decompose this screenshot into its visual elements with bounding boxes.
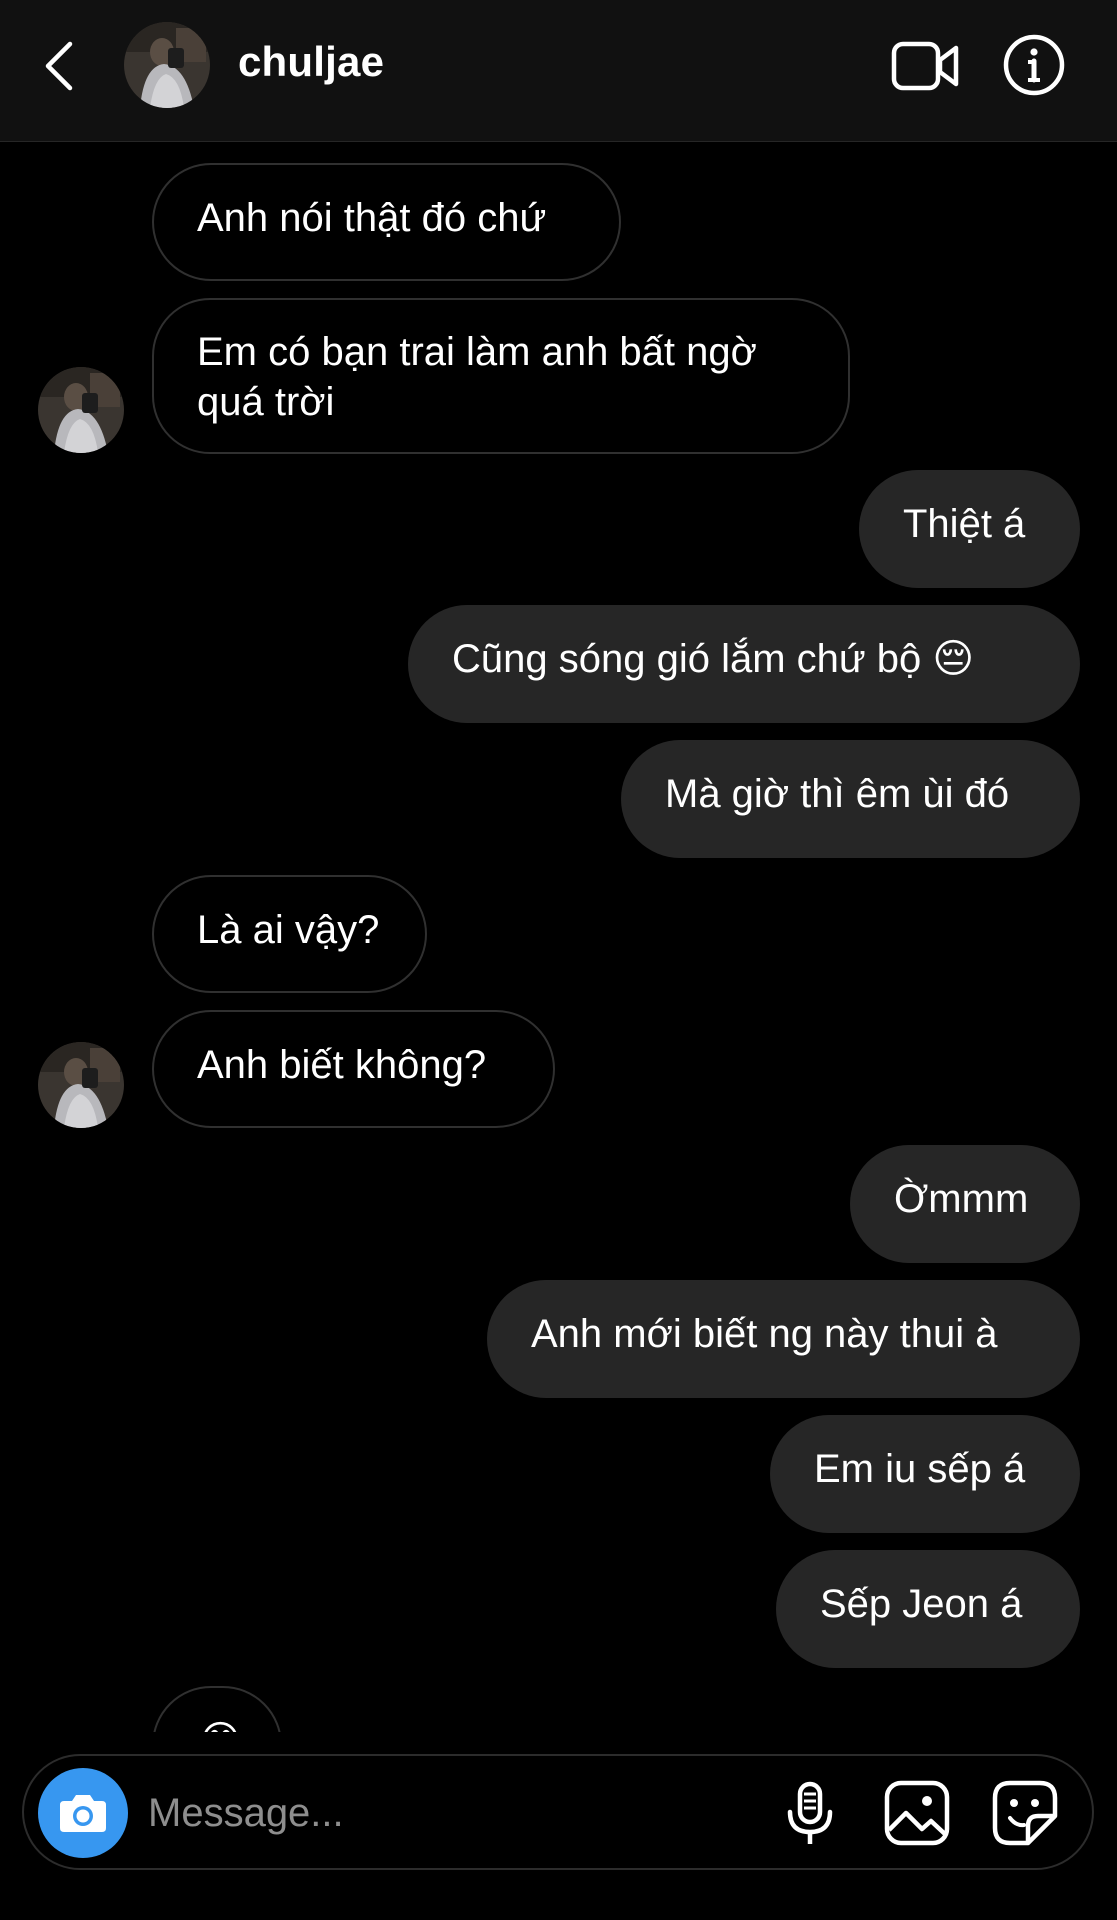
message-bubble-outgoing[interactable]: Cũng sóng gió lắm chứ bộ 😔 xyxy=(408,605,1080,723)
message-text: Anh mới biết ng này thui à xyxy=(531,1312,998,1356)
message-bubble-outgoing[interactable]: Anh mới biết ng này thui à xyxy=(487,1280,1080,1398)
message-composer xyxy=(22,1754,1094,1870)
chat-header: chuljae xyxy=(0,0,1117,142)
message-text: Ờmmm xyxy=(894,1177,1029,1221)
sticker-icon[interactable] xyxy=(990,1778,1060,1848)
message-text: Mà giờ thì êm ùi đó xyxy=(665,772,1010,816)
message-bubble-outgoing[interactable]: Em iu sếp á xyxy=(770,1415,1080,1533)
message-text: Anh biết không? xyxy=(197,1043,487,1087)
message-bubble-outgoing[interactable]: Sếp Jeon á xyxy=(776,1550,1080,1668)
message-bubble-outgoing[interactable]: Thiệt á xyxy=(859,470,1080,588)
sender-avatar[interactable] xyxy=(38,367,124,453)
message-text: Thiệt á xyxy=(903,502,1026,546)
message-text: Là ai vậy? xyxy=(197,908,380,952)
message-text: Em iu sếp á xyxy=(814,1447,1026,1491)
camera-icon xyxy=(60,1795,106,1832)
video-camera-icon[interactable] xyxy=(890,38,960,94)
message-text: Cũng sóng gió lắm chứ bộ 😔 xyxy=(452,637,975,681)
message-bubble-outgoing[interactable]: Mà giờ thì êm ùi đó xyxy=(621,740,1080,858)
chat-username[interactable]: chuljae xyxy=(238,38,384,86)
message-bubble-incoming[interactable]: Em có bạn trai làm anh bất ngờ quá trời xyxy=(152,298,850,454)
sender-avatar[interactable] xyxy=(38,1042,124,1128)
message-input[interactable] xyxy=(146,1786,630,1840)
message-text: Em có bạn trai làm anh bất ngờ quá trời xyxy=(197,330,757,424)
header-avatar[interactable] xyxy=(124,22,210,108)
image-icon[interactable] xyxy=(882,1778,952,1848)
message-text: 😂 xyxy=(197,1719,244,1732)
chevron-left-icon[interactable] xyxy=(38,36,82,96)
message-text: Sếp Jeon á xyxy=(820,1582,1023,1626)
message-clip: 😂 xyxy=(0,1680,1117,1732)
info-icon[interactable] xyxy=(1002,33,1066,97)
message-bubble-incoming[interactable]: 😂 xyxy=(152,1686,282,1732)
message-bubble-incoming[interactable]: Anh biết không? xyxy=(152,1010,555,1128)
message-bubble-incoming[interactable]: Anh nói thật đó chứ xyxy=(152,163,621,281)
message-bubble-outgoing[interactable]: Ờmmm xyxy=(850,1145,1080,1263)
microphone-icon[interactable] xyxy=(780,1780,840,1850)
message-text: Anh nói thật đó chứ xyxy=(197,196,547,240)
message-bubble-incoming[interactable]: Là ai vậy? xyxy=(152,875,427,993)
camera-button[interactable] xyxy=(38,1768,128,1858)
